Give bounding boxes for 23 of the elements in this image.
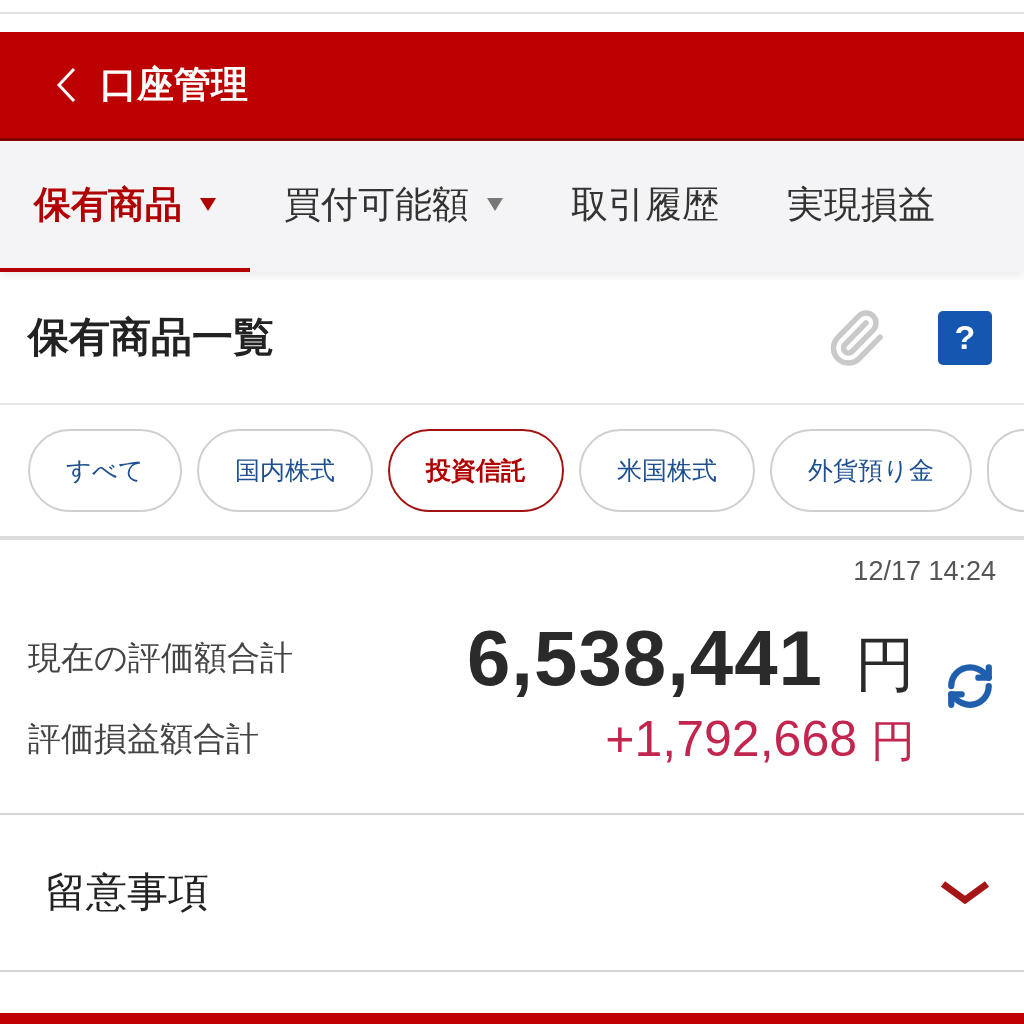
summary-value: 6,538,441 xyxy=(467,619,823,697)
back-icon[interactable] xyxy=(55,66,77,104)
filter-chip[interactable]: 外貨預り金 xyxy=(770,429,972,512)
tab[interactable]: 実現損益 xyxy=(753,141,969,272)
header-title: 口座管理 xyxy=(100,63,248,108)
summary-value: +1,792,668 xyxy=(605,714,857,764)
tab[interactable]: 保有商品 xyxy=(0,141,250,272)
filter-chip[interactable]: すべて xyxy=(28,429,182,512)
refresh-icon[interactable] xyxy=(945,661,995,711)
summary-label: 現在の評価額合計 xyxy=(28,638,293,679)
summary-label: 評価損益額合計 xyxy=(28,719,259,760)
notes-accordion[interactable]: 留意事項 xyxy=(0,815,1024,972)
filter-chip[interactable]: 米国株式 xyxy=(579,429,755,512)
tab[interactable]: 買付可能額 xyxy=(250,141,537,272)
tab[interactable]: 取引履歴 xyxy=(537,141,753,272)
currency-unit: 円 xyxy=(871,719,915,763)
timestamp: 12/17 14:24 xyxy=(853,555,996,588)
accordion-title: 留意事項 xyxy=(45,867,209,917)
filter-chip[interactable]: 国内株式 xyxy=(197,429,373,512)
section-title: 保有商品一覧 xyxy=(28,312,274,362)
help-button[interactable]: ? xyxy=(938,310,992,365)
filter-chip[interactable]: 投資信託 xyxy=(388,429,564,512)
currency-unit: 円 xyxy=(855,635,915,695)
